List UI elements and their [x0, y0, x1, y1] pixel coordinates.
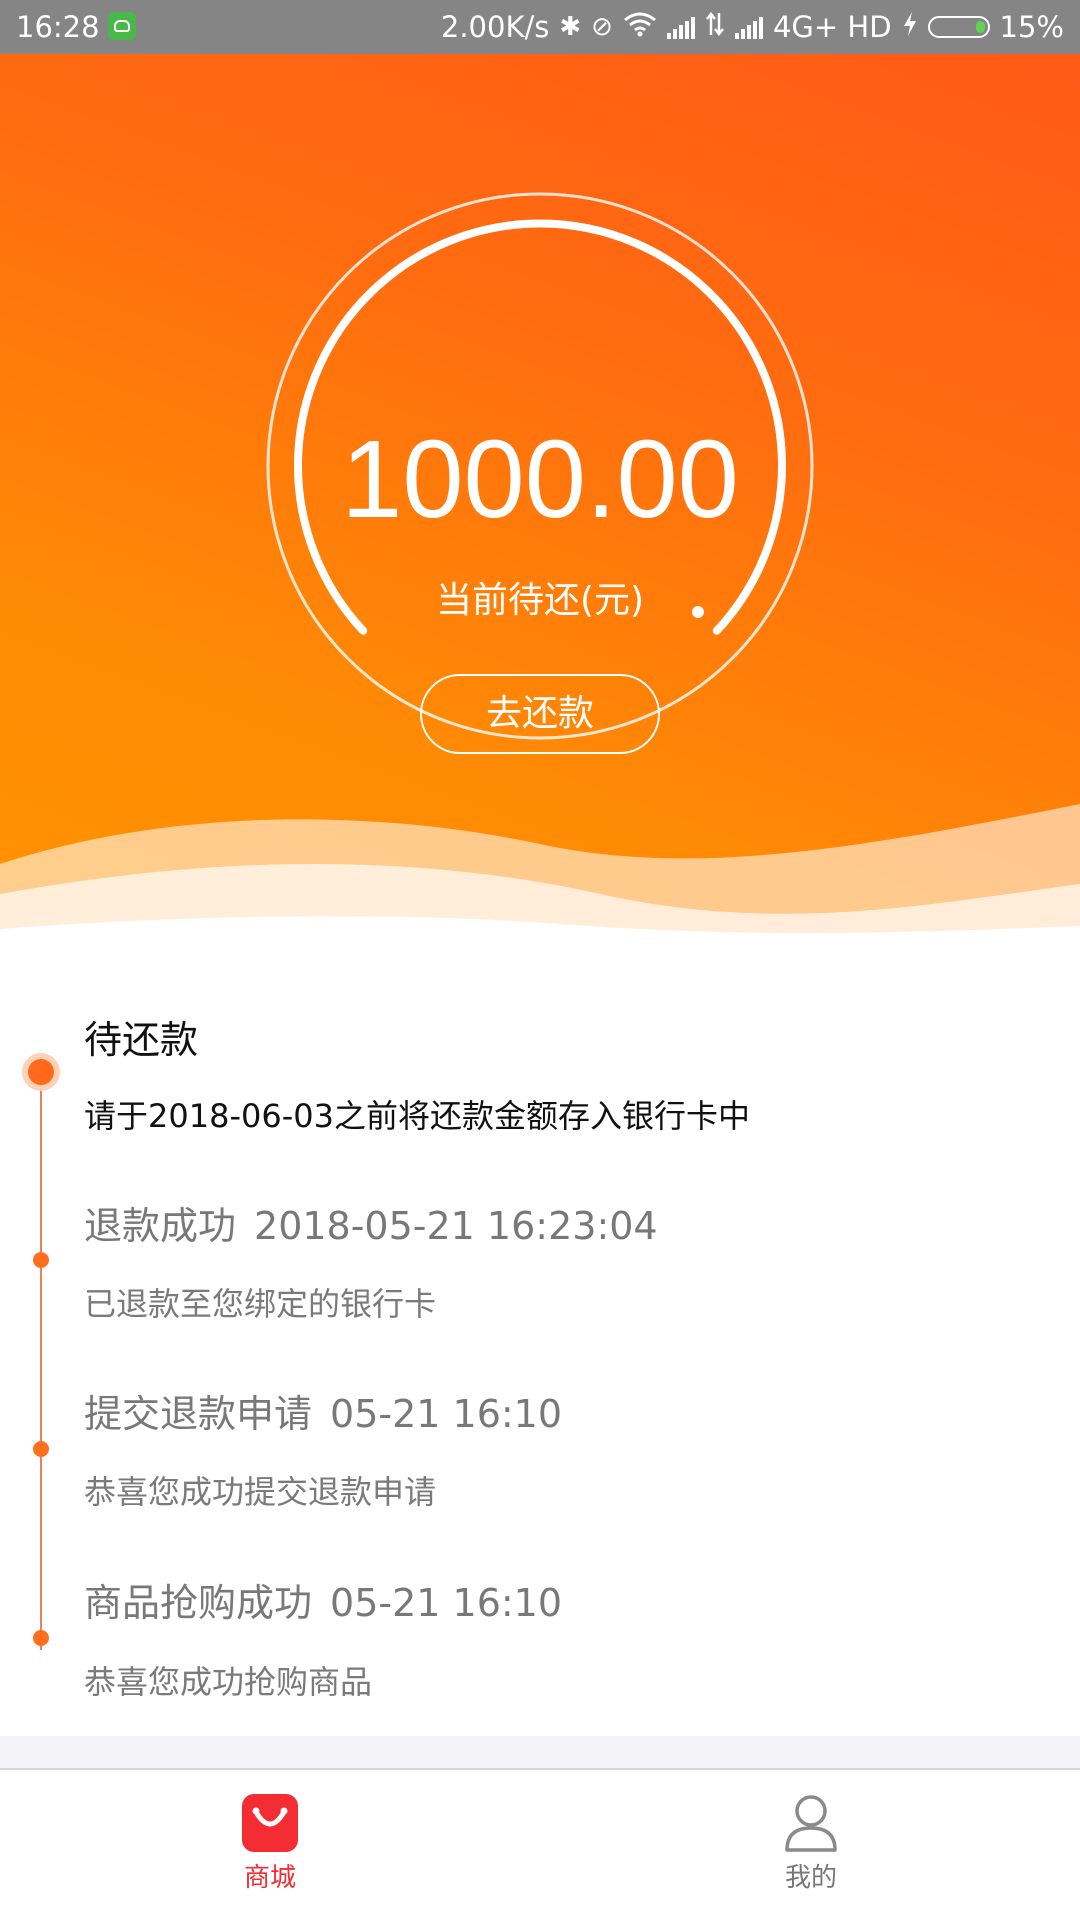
- repay-button[interactable]: 去还款: [420, 674, 660, 754]
- repayment-hero: 1000.00 当前待还(元) 去还款: [0, 54, 1080, 974]
- timeline-item-status: 商品抢购成功: [84, 1581, 313, 1625]
- vibrate-icon: ⊘: [591, 12, 613, 42]
- battery-icon: [927, 16, 990, 38]
- signal-icon: [666, 15, 695, 39]
- timeline-line: [40, 1075, 42, 1650]
- battery-percent: 15%: [999, 10, 1064, 44]
- data-arrows-icon: [705, 11, 725, 43]
- network-speed: 2.00K/s: [440, 10, 550, 44]
- hero-wave-decoration: [0, 804, 1080, 974]
- timeline-item-time: 05-21 16:10: [330, 1392, 563, 1436]
- timeline-item-description: 已退款至您绑定的银行卡: [84, 1285, 437, 1323]
- status-bar: 16:28 2.00K/s ✱ ⊘ 4G+ HD 15%: [0, 0, 1080, 54]
- tab-me-label: 我的: [784, 1863, 837, 1893]
- timeline-item-status: 待还款: [84, 1018, 199, 1062]
- network-type: 4G+ HD: [772, 10, 892, 44]
- timeline-item-status: 退款成功: [84, 1204, 237, 1248]
- bottom-tab-bar: 商城 我的: [0, 1768, 1080, 1920]
- app-notification-icon: [108, 12, 136, 40]
- timeline-item-title: 商品抢购成功 05-21 16:10: [84, 1579, 562, 1627]
- content-footer-gap: [0, 1736, 1080, 1768]
- timeline-dot: [33, 1630, 49, 1646]
- repayment-timeline: 待还款 请于2018-06-03之前将还款金额存入银行卡中 退款成功 2018-0…: [0, 974, 1080, 1736]
- status-time: 16:28: [16, 10, 100, 44]
- timeline-item-title: 退款成功 2018-05-21 16:23:04: [84, 1202, 658, 1250]
- timeline-dot-active: [28, 1059, 54, 1085]
- tab-mall[interactable]: 商城: [190, 1792, 350, 1902]
- charging-icon: [902, 11, 918, 43]
- pending-amount: 1000.00: [341, 418, 739, 541]
- timeline-dot: [33, 1441, 49, 1457]
- bluetooth-icon: ✱: [559, 12, 582, 42]
- wifi-icon: [623, 11, 657, 43]
- timeline-item-time: 2018-05-21 16:23:04: [254, 1204, 658, 1248]
- signal-icon: [734, 15, 763, 39]
- user-icon: [785, 1795, 837, 1852]
- timeline-item-description: 恭喜您成功抢购商品: [84, 1663, 373, 1701]
- tab-me[interactable]: 我的: [731, 1792, 891, 1902]
- timeline-item-title: 待还款: [84, 1016, 198, 1064]
- tab-mall-label: 商城: [243, 1863, 296, 1893]
- timeline-dot: [33, 1252, 49, 1268]
- status-indicators: 2.00K/s ✱ ⊘ 4G+ HD 15%: [441, 11, 1064, 43]
- timeline-item-status: 提交退款申请: [84, 1392, 313, 1436]
- shopping-bag-icon: [242, 1794, 298, 1852]
- timeline-item-title: 提交退款申请 05-21 16:10: [84, 1390, 562, 1438]
- timeline-item-description: 恭喜您成功提交退款申请: [84, 1473, 437, 1511]
- timeline-item-time: 05-21 16:10: [330, 1581, 563, 1625]
- pending-amount-label: 当前待还(元): [435, 580, 645, 621]
- timeline-item-description: 请于2018-06-03之前将还款金额存入银行卡中: [84, 1097, 750, 1135]
